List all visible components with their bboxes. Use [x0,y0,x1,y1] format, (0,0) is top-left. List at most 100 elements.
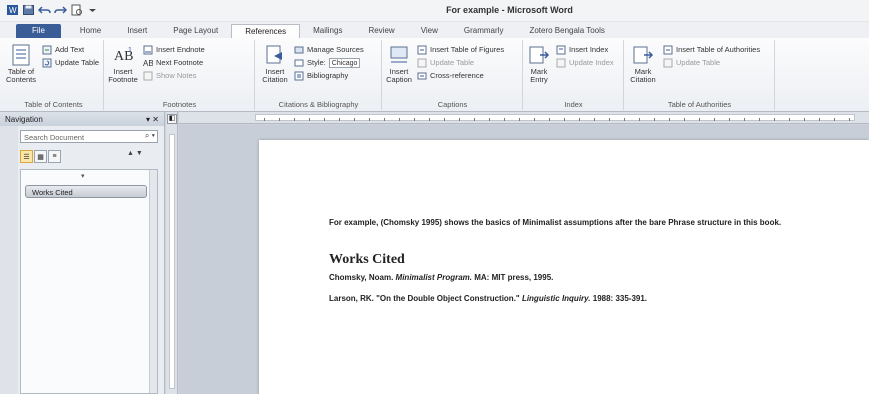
reference-larson-journal: Linguistic Inquiry. [521,294,591,303]
group-table-of-contents: Table of Contents Add Text Update Table … [4,40,104,110]
close-icon[interactable]: ✕ [152,115,159,124]
update-authorities-table-icon [663,58,673,68]
update-figures-table-button[interactable]: Update Table [417,57,474,68]
mark-entry-icon [528,44,550,66]
ruler-tick [669,118,670,121]
ruler-tick [699,118,700,121]
insert-endnote-button[interactable]: Insert Endnote [143,44,205,55]
insert-table-of-authorities-button[interactable]: Insert Table of Authorities [663,44,760,55]
ruler-tick [639,118,640,121]
update-table-label: Update Table [55,58,100,67]
update-authorities-table-button[interactable]: Update Table [663,57,720,68]
ruler-tick [594,118,595,121]
insert-endnote-icon [143,45,153,55]
heading-list: ▾ Works Cited [20,169,158,394]
show-notes-label: Show Notes [156,71,197,80]
ruler-tick [444,118,445,121]
ruler-tick [744,118,745,121]
vertical-ruler: ◧ [166,112,178,394]
ruler-tick [369,118,370,121]
vertical-ruler-track[interactable] [169,134,175,389]
ruler-toggle-button[interactable]: ◧ [167,114,177,124]
insert-caption-button[interactable]: Insert Caption [385,44,413,84]
table-of-figures-label: Insert Table of Figures [430,45,505,54]
group-table-of-authorities: Mark Citation Insert Table of Authoritie… [625,40,775,110]
group-label-footnotes: Footnotes [162,100,197,109]
table-of-authorities-label: Insert Table of Authorities [676,45,761,54]
ruler-tick [459,118,460,121]
ruler-tick [819,118,820,121]
table-of-authorities-icon [663,45,673,55]
insert-citation-button[interactable]: Insert Citation [258,44,292,84]
insert-footnote-label: Insert Footnote [108,67,138,84]
tab-references[interactable]: References [231,24,301,38]
reference-chomsky[interactable]: Chomsky, Noam. Minimalist Program. MA: M… [329,271,809,285]
update-table-icon [42,58,52,68]
update-figures-table-icon [417,58,427,68]
document-page[interactable]: For example, (Chomsky 1995) shows the ba… [259,140,869,394]
insert-index-button[interactable]: Insert Index [556,44,608,55]
reference-larson[interactable]: Larson, RK. "On the Double Object Constr… [329,292,809,306]
tab-insert[interactable]: Insert [114,24,160,38]
ruler-tick [264,118,265,121]
horizontal-ruler-track[interactable] [255,114,855,121]
table-of-contents-button[interactable]: Table of Contents [6,44,36,84]
body-paragraph[interactable]: For example, (Chomsky 1995) shows the ba… [329,216,809,230]
pane-edge [0,126,18,394]
ruler-tick [549,118,550,121]
browse-results-icon[interactable]: ≡ [48,150,61,163]
ruler-tick [564,118,565,121]
show-notes-button[interactable]: Show Notes [143,70,196,81]
search-icon[interactable]: ⌕ ▾ [145,131,155,141]
tab-review[interactable]: Review [355,24,407,38]
previous-heading-icon[interactable]: ▲ [127,150,134,157]
nav-heading-works-cited[interactable]: Works Cited [25,185,147,198]
bibliography-icon [294,71,304,81]
works-cited-heading[interactable]: Works Cited [329,252,405,268]
tab-view[interactable]: View [408,24,451,38]
tab-page-layout[interactable]: Page Layout [160,24,231,38]
bibliography-button[interactable]: Bibliography [294,70,348,81]
browse-headings-icon[interactable]: ☰ [20,150,33,163]
tab-zotero-tools[interactable]: Zotero Bengala Tools [516,24,617,38]
tab-mailings[interactable]: Mailings [300,24,355,38]
citation-style-select[interactable]: Style: Chicago [294,57,361,68]
update-index-icon [556,58,566,68]
add-text-button[interactable]: Add Text [42,44,84,55]
ruler-tick [849,118,850,121]
group-label-captions: Captions [437,100,468,109]
ruler-tick [624,118,625,121]
cross-reference-icon [417,71,427,81]
search-document-input[interactable]: Search Document ⌕ ▾ [20,130,158,143]
manage-sources-button[interactable]: Manage Sources [294,44,364,55]
mark-entry-button[interactable]: Mark Entry [526,44,552,84]
insert-footnote-button[interactable]: AB 1 Insert Footnote [107,44,139,84]
navigation-pane-controls: ▾ ✕ [146,115,159,124]
update-index-button[interactable]: Update Index [556,57,614,68]
collapse-arrow-icon[interactable]: ▾ [81,172,85,180]
bibliography-label: Bibliography [307,71,349,80]
update-table-button[interactable]: Update Table [42,57,99,68]
mark-citation-button[interactable]: Mark Citation [627,44,659,84]
style-value[interactable]: Chicago [328,57,361,68]
browse-pages-icon[interactable]: ▦ [34,150,47,163]
manage-sources-icon [294,45,304,55]
nav-arrows: ▲ ▼ [127,150,143,157]
cross-reference-button[interactable]: Cross-reference [417,70,484,81]
pane-options-icon[interactable]: ▾ [146,115,150,124]
next-footnote-button[interactable]: AB Next Footnote [143,57,203,68]
tab-home[interactable]: Home [67,24,114,38]
next-heading-icon[interactable]: ▼ [136,150,143,157]
navigation-view-tabs: ☰ ▦ ≡ [20,150,61,163]
insert-citation-icon [264,44,286,66]
ruler-tick [684,118,685,121]
svg-text:1: 1 [128,47,132,54]
reference-chomsky-title: Minimalist Program. [395,273,473,282]
next-footnote-icon: AB [143,58,153,68]
tab-grammarly[interactable]: Grammarly [451,24,517,38]
nav-scrollbar[interactable] [149,170,157,393]
insert-table-of-figures-button[interactable]: Insert Table of Figures [417,44,504,55]
document-area: For example, (Chomsky 1995) shows the ba… [179,125,869,394]
ruler-tick [609,118,610,121]
tab-file[interactable]: File [16,24,61,38]
